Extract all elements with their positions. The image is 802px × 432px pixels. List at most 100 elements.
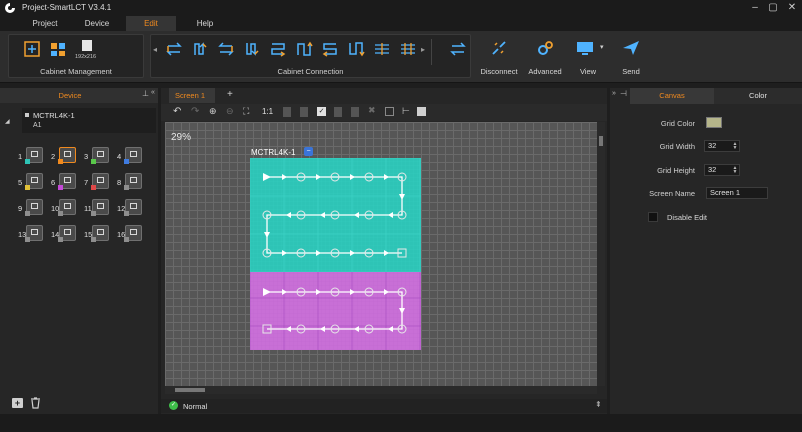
- port-3[interactable]: 3: [84, 145, 112, 167]
- port-8[interactable]: 8: [117, 171, 145, 193]
- properties-icon[interactable]: [351, 107, 359, 117]
- layer-icon[interactable]: [417, 107, 426, 116]
- delete-icon[interactable]: [334, 107, 342, 117]
- screen-diagram[interactable]: [250, 158, 422, 350]
- menu-device[interactable]: Device: [70, 16, 124, 31]
- trash-icon[interactable]: [30, 397, 41, 409]
- collapse-icon[interactable]: «: [151, 89, 155, 96]
- swap-direction-icon[interactable]: [449, 41, 467, 57]
- port-11[interactable]: 11: [84, 197, 112, 219]
- add-cabinet-icon[interactable]: [23, 41, 41, 57]
- add-tab-icon[interactable]: +: [227, 89, 233, 100]
- port-9[interactable]: 9: [18, 197, 46, 219]
- menu-project[interactable]: Project: [16, 16, 74, 31]
- select-all-icon[interactable]: ✓: [317, 107, 326, 116]
- port-status-dot: [124, 211, 129, 216]
- menu-help[interactable]: Help: [180, 16, 230, 31]
- ethernet-port-icon: [91, 173, 109, 190]
- redo-icon[interactable]: ↷: [191, 106, 199, 117]
- minimize-icon[interactable]: –: [748, 2, 762, 14]
- view-dropdown-icon[interactable]: ▾: [600, 43, 604, 51]
- paste-icon[interactable]: [300, 107, 308, 117]
- maximize-icon[interactable]: ▢: [766, 2, 780, 14]
- connect-up-icon[interactable]: [191, 41, 209, 57]
- port-4[interactable]: 4: [117, 145, 145, 167]
- horizontal-scrollbar[interactable]: [165, 386, 597, 394]
- port-13[interactable]: 13: [18, 223, 46, 245]
- port-16[interactable]: 16: [117, 223, 145, 245]
- grid-color-fill: [707, 118, 721, 127]
- grid-color-swatch[interactable]: [706, 117, 722, 128]
- port-12[interactable]: 12: [117, 197, 145, 219]
- tab-canvas[interactable]: Canvas: [630, 88, 714, 104]
- port-1[interactable]: 1: [18, 145, 46, 167]
- ethernet-port-icon: [124, 147, 142, 164]
- status-bar: ✓ Normal ⇞: [161, 399, 607, 413]
- vertical-scrollbar[interactable]: [597, 122, 605, 386]
- port-5[interactable]: 5: [18, 171, 46, 193]
- connect-zigzag-left-icon[interactable]: [321, 41, 339, 57]
- grid-height-spinner-icon[interactable]: ▲ ▼: [732, 166, 738, 175]
- collapse-screen-icon[interactable]: −: [304, 147, 313, 156]
- align-left-icon[interactable]: ⊢: [402, 106, 410, 117]
- tab-screen-1[interactable]: Screen 1: [169, 88, 215, 103]
- connect-zigzag-right-icon[interactable]: [269, 41, 287, 57]
- port-number: 9: [18, 204, 23, 213]
- port-7[interactable]: 7: [84, 171, 112, 193]
- add-icon[interactable]: +: [12, 398, 23, 408]
- grid-height-input[interactable]: 32 ▲ ▼: [704, 164, 740, 176]
- connect-zigzag-down-icon[interactable]: [347, 41, 365, 57]
- connect-zigzag-up-icon[interactable]: [295, 41, 313, 57]
- scroll-left-icon[interactable]: ◂: [153, 45, 157, 54]
- connect-right-icon[interactable]: [165, 41, 183, 57]
- port-2[interactable]: 2: [51, 145, 79, 167]
- tab-color[interactable]: Color: [714, 88, 802, 104]
- device-panel: Device ⊥ « ◢ MCTRL4K-1 A1 1 2 3 4 5 6 7 8 9 10 11 1…: [0, 88, 158, 414]
- disable-edit-checkbox[interactable]: [648, 212, 658, 222]
- copy-icon[interactable]: [283, 107, 291, 117]
- advanced-label: Advanced: [528, 67, 562, 76]
- ethernet-port-icon: [58, 199, 76, 216]
- grid-width-input[interactable]: 32 ▲ ▼: [704, 140, 740, 152]
- cabinet-group-icon[interactable]: [49, 41, 67, 57]
- vertical-scroll-thumb[interactable]: [599, 136, 603, 146]
- controller-node[interactable]: MCTRL4K-1 A1: [22, 108, 156, 133]
- fit-screen-icon[interactable]: ⛶: [243, 106, 249, 117]
- connect-down-icon[interactable]: [243, 41, 261, 57]
- cabinet-size-icon[interactable]: [82, 40, 92, 51]
- undo-icon[interactable]: ↶: [173, 106, 181, 117]
- actual-size-icon[interactable]: 1:1: [262, 107, 273, 116]
- port-10[interactable]: 10: [51, 197, 79, 219]
- scroll-right-icon[interactable]: ▸: [421, 45, 425, 54]
- panel-expand-icon[interactable]: »: [612, 90, 616, 97]
- frame-icon[interactable]: [385, 107, 394, 116]
- zoom-out-icon[interactable]: ⊖: [226, 106, 234, 117]
- panel-pin-icon[interactable]: ⊣: [620, 89, 627, 98]
- port-6[interactable]: 6: [51, 171, 79, 193]
- ethernet-port-icon: [58, 225, 76, 242]
- pin-icon[interactable]: ⊥: [142, 89, 149, 98]
- port-number: 3: [84, 152, 89, 161]
- screen-name-label: Screen Name: [649, 189, 695, 198]
- disconnect-button[interactable]: Disconnect: [478, 35, 520, 79]
- zoom-in-icon[interactable]: ⊕: [209, 106, 217, 117]
- advanced-button[interactable]: Advanced: [524, 35, 566, 79]
- port-15[interactable]: 15: [84, 223, 112, 245]
- canvas-grid[interactable]: 29% MCTRL4K-1 −: [165, 122, 597, 386]
- align-horizontal-icon[interactable]: [373, 41, 391, 57]
- close-icon[interactable]: ✕: [785, 2, 799, 14]
- align-vertical-icon[interactable]: [399, 41, 417, 57]
- send-button[interactable]: Send: [614, 35, 648, 79]
- clear-icon[interactable]: ✖: [368, 105, 376, 116]
- disconnect-icon: [492, 41, 506, 55]
- status-expand-icon[interactable]: ⇞: [595, 400, 602, 409]
- tree-expand-icon[interactable]: ◢: [5, 118, 10, 125]
- menu-edit[interactable]: Edit: [126, 16, 176, 31]
- grid-width-spinner-icon[interactable]: ▲ ▼: [732, 142, 738, 151]
- grid-width-label: Grid Width: [659, 142, 695, 151]
- screen-name-input[interactable]: Screen 1: [706, 187, 768, 199]
- connect-left-icon[interactable]: [217, 41, 235, 57]
- view-button[interactable]: ▾ View: [570, 35, 610, 79]
- horizontal-scroll-thumb[interactable]: [175, 388, 205, 392]
- port-14[interactable]: 14: [51, 223, 79, 245]
